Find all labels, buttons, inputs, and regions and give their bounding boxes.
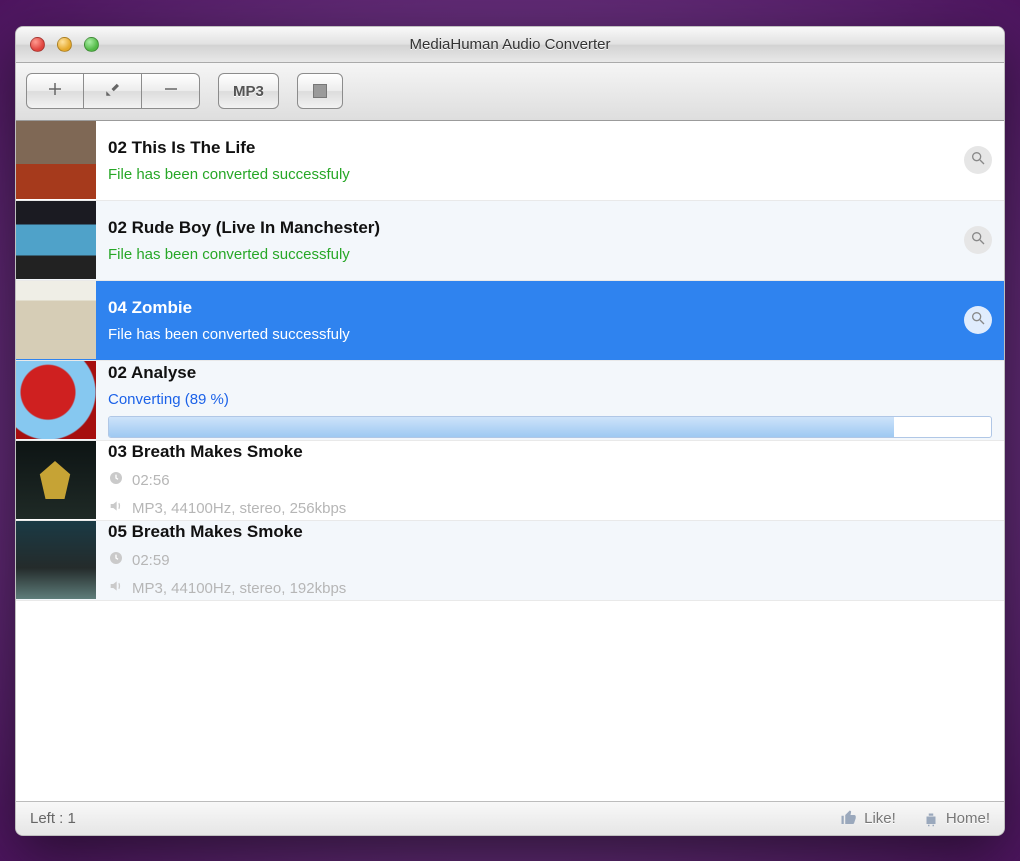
minus-icon — [162, 80, 180, 103]
reveal-in-finder-button[interactable] — [964, 226, 992, 254]
item-status: File has been converted successfuly — [108, 326, 952, 343]
item-duration: 02:56 — [132, 472, 170, 489]
list-item[interactable]: 02 Analyse Converting (89 %) — [16, 361, 1004, 441]
close-window-button[interactable] — [30, 37, 45, 52]
minimize-window-button[interactable] — [57, 37, 72, 52]
item-status: File has been converted successfuly — [108, 246, 952, 263]
album-art — [16, 361, 96, 439]
stop-button[interactable] — [297, 73, 343, 109]
item-format-row: MP3, 44100Hz, stereo, 256kbps — [108, 498, 992, 518]
item-info: 05 Breath Makes Smoke 02:59 MP3, 44100Hz, … — [108, 522, 992, 598]
item-info: 02 Rude Boy (Live In Manchester) File has… — [108, 218, 952, 263]
home-button[interactable]: Home! — [922, 809, 990, 827]
list-item[interactable]: 02 This Is The Life File has been convert… — [16, 121, 1004, 201]
zoom-window-button[interactable] — [84, 37, 99, 52]
items-left-label: Left : 1 — [30, 810, 76, 827]
plus-icon — [46, 80, 64, 103]
file-buttons-group — [26, 73, 200, 109]
item-status: Converting (89 %) — [108, 391, 992, 408]
magnifier-icon — [970, 310, 986, 331]
list-item[interactable]: 04 Zombie File has been converted success… — [16, 281, 1004, 361]
album-art — [16, 521, 96, 599]
statusbar: Left : 1 Like! Home! — [16, 801, 1004, 835]
format-button[interactable]: MP3 — [218, 73, 279, 109]
item-title: 05 Breath Makes Smoke — [108, 522, 992, 542]
magnifier-icon — [970, 150, 986, 171]
album-art — [16, 441, 96, 519]
progress-fill — [109, 417, 894, 437]
list-item[interactable]: 03 Breath Makes Smoke 02:56 MP3, 44100Hz, … — [16, 441, 1004, 521]
item-title: 03 Breath Makes Smoke — [108, 442, 992, 462]
item-info: 02 This Is The Life File has been convert… — [108, 138, 952, 183]
like-button[interactable]: Like! — [840, 809, 896, 827]
stop-icon — [313, 84, 327, 98]
statusbar-right: Like! Home! — [840, 809, 990, 827]
thumbs-up-icon — [840, 809, 858, 827]
list-item[interactable]: 02 Rude Boy (Live In Manchester) File has… — [16, 201, 1004, 281]
window-title: MediaHuman Audio Converter — [16, 36, 1004, 53]
app-window: MediaHuman Audio Converter MP3 02 This I… — [15, 26, 1005, 836]
album-art — [16, 281, 96, 359]
list-item[interactable]: 05 Breath Makes Smoke 02:59 MP3, 44100Hz, … — [16, 521, 1004, 601]
home-robot-icon — [922, 809, 940, 827]
titlebar: MediaHuman Audio Converter — [16, 27, 1004, 63]
item-format: MP3, 44100Hz, stereo, 192kbps — [132, 580, 346, 597]
item-duration-row: 02:59 — [108, 550, 992, 570]
reveal-in-finder-button[interactable] — [964, 146, 992, 174]
speaker-icon — [108, 578, 124, 598]
progress-bar — [108, 416, 992, 438]
home-label: Home! — [946, 810, 990, 827]
clock-icon — [108, 470, 124, 490]
item-title: 02 This Is The Life — [108, 138, 952, 158]
clean-button[interactable] — [84, 73, 142, 109]
item-status: File has been converted successfuly — [108, 166, 952, 183]
item-info: 02 Analyse Converting (89 %) — [108, 363, 992, 438]
item-format-row: MP3, 44100Hz, stereo, 192kbps — [108, 578, 992, 598]
reveal-in-finder-button[interactable] — [964, 306, 992, 334]
traffic-lights — [16, 37, 99, 52]
magnifier-icon — [970, 230, 986, 251]
toolbar: MP3 — [16, 63, 1004, 121]
item-info: 03 Breath Makes Smoke 02:56 MP3, 44100Hz, … — [108, 442, 992, 518]
item-title: 02 Analyse — [108, 363, 992, 383]
item-format: MP3, 44100Hz, stereo, 256kbps — [132, 500, 346, 517]
like-label: Like! — [864, 810, 896, 827]
clock-icon — [108, 550, 124, 570]
item-info: 04 Zombie File has been converted success… — [108, 298, 952, 343]
speaker-icon — [108, 498, 124, 518]
item-title: 04 Zombie — [108, 298, 952, 318]
item-title: 02 Rude Boy (Live In Manchester) — [108, 218, 952, 238]
brush-icon — [104, 80, 122, 103]
album-art — [16, 121, 96, 199]
item-duration-row: 02:56 — [108, 470, 992, 490]
file-list: 02 This Is The Life File has been convert… — [16, 121, 1004, 801]
album-art — [16, 201, 96, 279]
item-duration: 02:59 — [132, 552, 170, 569]
add-button[interactable] — [26, 73, 84, 109]
remove-button[interactable] — [142, 73, 200, 109]
